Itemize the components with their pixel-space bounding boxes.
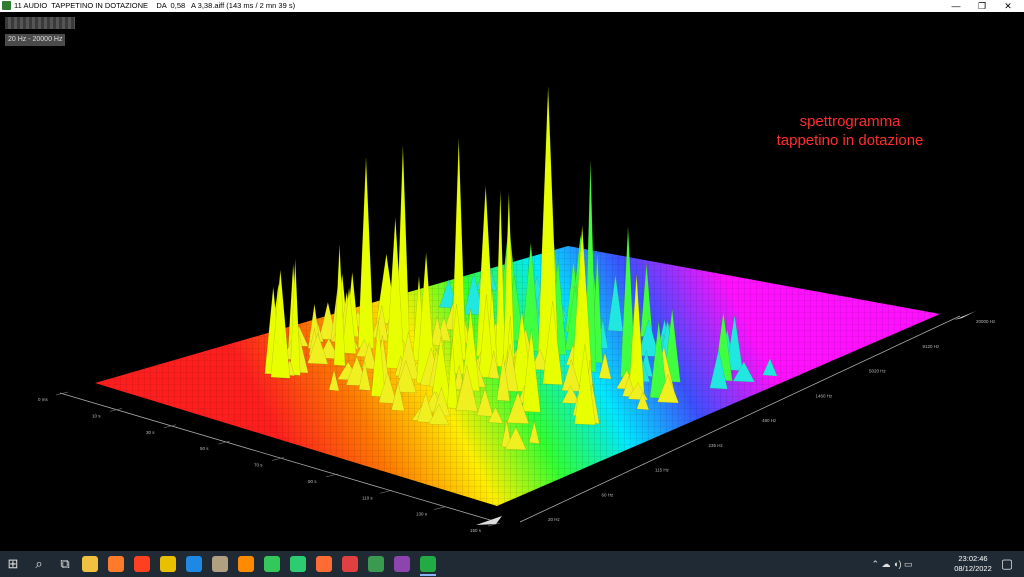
taskbar-app-icon[interactable] [212, 556, 228, 572]
annotation-line-2: tappetino in dotazione [776, 132, 924, 149]
search-icon[interactable]: ⌕ [30, 555, 48, 573]
frequency-tick-label: 20 Hz [548, 517, 561, 522]
taskbar-app-icon[interactable] [316, 556, 332, 572]
taskbar-app-icon[interactable] [264, 556, 280, 572]
clock-date: 08/12/2022 [954, 564, 992, 573]
spectrum-peak [357, 157, 375, 349]
taskbar-app-icon[interactable] [342, 556, 358, 572]
time-tick-label: 30 s [146, 430, 155, 435]
frequency-tick-label: 1460 Hz [816, 393, 834, 398]
time-tick-mark [379, 489, 393, 494]
time-tick-label: 10 s [92, 413, 101, 418]
time-tick-label: 90 s [308, 479, 317, 484]
taskbar-app-icon[interactable] [290, 556, 306, 572]
frequency-tick-label: 9120 Hz [923, 344, 941, 349]
annotation-line-1: spettrogramma [799, 113, 901, 130]
taskbar: ⊞ ⌕ ⧉ ⌃ ☁ ◖) ▭ 23:02:46 08/12/2022 ▢ [0, 551, 1024, 577]
frequency-tick-label: 5020 Hz [869, 369, 887, 374]
notification-icon[interactable]: ▢ [998, 555, 1016, 573]
spectrogram-3d-plot: 0 ms10 s30 s50 s70 s90 s110 s130 s150 s … [38, 86, 996, 533]
taskbar-app-icon[interactable] [420, 556, 436, 572]
taskbar-app-icon[interactable] [394, 556, 410, 572]
time-tick-label: 50 s [200, 446, 209, 451]
taskbar-app-icon[interactable] [238, 556, 254, 572]
time-tick-label: 130 s [416, 512, 428, 517]
taskbar-app-icon[interactable] [186, 556, 202, 572]
time-tick-label: 0 ms [38, 397, 49, 402]
time-tick-label: 110 s [362, 495, 373, 500]
task-view-icon[interactable]: ⧉ [56, 555, 74, 573]
taskbar-app-icon[interactable] [134, 556, 150, 572]
frequency-tick-label: 480 Hz [762, 418, 777, 423]
clock[interactable]: 23:02:46 08/12/2022 [948, 554, 998, 574]
taskbar-app-icon[interactable] [82, 556, 98, 572]
annotation-text: spettrogramma tappetino in dotazione [760, 112, 940, 150]
frequency-tick-label: 20000 Hz [976, 319, 996, 324]
frequency-axis-arrow [954, 311, 976, 320]
clock-time: 23:02:46 [958, 554, 988, 563]
taskbar-app-icon[interactable] [108, 556, 124, 572]
frequency-tick-label: 235 Hz [709, 443, 724, 448]
taskbar-app-icon[interactable] [368, 556, 384, 572]
system-tray-icons[interactable]: ⌃ ☁ ◖) ▭ [852, 555, 932, 573]
time-tick-mark [433, 506, 447, 510]
time-tick-label: 150 s [470, 528, 482, 533]
active-app-indicator [420, 574, 436, 576]
frequency-tick-label: 60 Hz [602, 492, 615, 497]
time-tick-label: 70 s [254, 463, 263, 468]
taskbar-app-icon[interactable] [160, 556, 176, 572]
start-icon[interactable]: ⊞ [4, 555, 22, 573]
frequency-tick-label: 115 Hz [655, 468, 670, 473]
time-tick-mark [325, 473, 339, 478]
